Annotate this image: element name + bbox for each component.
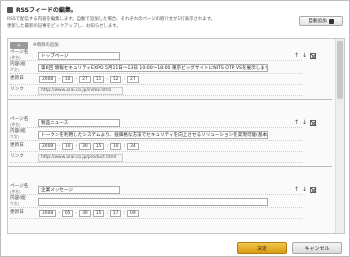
date-row: 更新日 2008- 10- 30 15: 10: 34 <box>10 142 302 152</box>
entries-list: ＋ ※項目の追加 ページ名 (件名) トップページ ↑ ↓ 内容(紹 介文) 第6回… <box>8 39 336 233</box>
page-name-label: ページ名 (件名) <box>10 116 29 127</box>
dialog-title: RSSフィードの編集。 <box>16 7 77 14</box>
page-name-input[interactable]: トップページ <box>38 51 120 60</box>
page-name-row: ページ名 (件名) 製品ニュース <box>10 116 302 128</box>
move-down-icon[interactable]: ↓ <box>302 119 307 126</box>
page-name-label: ページ名 (件名) <box>10 183 29 194</box>
day-field[interactable]: 30 <box>79 210 91 217</box>
vertical-scrollbar[interactable] <box>335 39 344 233</box>
feed-entry: ページ名(件名) 企業メッセージ ↑ ↓ 内容(紹介文) 更新日 2008- <box>10 183 334 233</box>
plus-icon: ＋ <box>16 42 22 49</box>
year-field[interactable]: 2008 <box>39 210 57 217</box>
hour-field[interactable]: 15 <box>92 143 105 150</box>
gear-icon <box>328 18 334 24</box>
auto-add-button[interactable]: 自動追加 <box>299 16 343 26</box>
add-item-label: ※項目の追加 <box>33 43 59 48</box>
updated-label: 更新日 <box>10 76 24 82</box>
content-label: 内容(紹 介文) <box>10 61 26 72</box>
add-item-button[interactable]: ＋ <box>10 41 28 49</box>
page-name-input[interactable]: 企業メッセージ <box>38 185 120 194</box>
minute-field[interactable]: 12 <box>109 76 122 83</box>
link-row: リンク http://www.arai.co.jp/index.html <box>10 86 302 96</box>
entry-controls: ↑ ↓ <box>294 52 316 59</box>
rss-edit-dialog: RSSフィードの編集。 RSSで配信する内容を編集します。自動で追加した場合、そ… <box>0 0 350 257</box>
page-name-row: ページ名 (件名) 企業メッセージ <box>10 183 302 195</box>
month-field[interactable]: 10 <box>61 76 74 83</box>
delete-icon[interactable] <box>310 52 316 59</box>
updated-label: 更新日 <box>10 143 24 149</box>
link-label: リンク <box>10 87 24 93</box>
link-row: リンク http://www.arai.co.jp/product.html <box>10 153 302 163</box>
entry-separator <box>8 99 332 100</box>
ok-button[interactable]: 決定 <box>237 242 287 254</box>
content-input[interactable]: トークンを利用したシステムより、低価格な方法でセキュリティを向上させるソリューシ… <box>38 130 268 139</box>
move-up-icon[interactable]: ↑ <box>294 52 299 59</box>
description-line-1: RSSで配信する内容を編集します。自動で追加した場合、それぞれのページの紹介文が… <box>7 17 216 22</box>
title-row: RSSフィードの編集。 <box>7 5 343 14</box>
day-field[interactable]: 30 <box>79 143 91 150</box>
date-fields: 2008- 05- 30 15: 17: 09 <box>38 210 140 217</box>
content-row: 内容(紹 介文) 第6回 情報セキュリティEXPO 5月11日〜13日 10:00… <box>10 62 302 74</box>
link-input[interactable]: http://www.arai.co.jp/product.html <box>38 153 123 162</box>
hour-field[interactable]: 11 <box>92 76 105 83</box>
move-up-icon[interactable]: ↑ <box>294 186 299 193</box>
month-field[interactable]: 10 <box>61 143 74 150</box>
auto-add-label: 自動追加 <box>308 19 327 24</box>
rss-icon <box>7 6 13 13</box>
content-input[interactable]: 第6回 情報セキュリティEXPO 5月11日〜13日 10:00〜18:00 東… <box>38 63 268 72</box>
content-label: 内容(紹 介文) <box>10 128 26 139</box>
link-label: リンク <box>10 154 24 160</box>
feed-entry: ページ名 (件名) トップページ ↑ ↓ 内容(紹 介文) 第6回 情報セキュリティ… <box>10 49 334 117</box>
hour-field[interactable]: 15 <box>92 210 105 217</box>
content-row: 内容(紹 介文) <box>10 196 302 208</box>
date-row: 更新日 2008- 05- 30 15: 17: 09 <box>10 209 302 219</box>
month-field[interactable]: 05 <box>61 210 74 217</box>
year-field[interactable]: 2008 <box>39 76 57 83</box>
entries-scroll-area[interactable]: ＋ ※項目の追加 ページ名 (件名) トップページ ↑ ↓ 内容(紹 介文) 第6回… <box>7 38 345 234</box>
dialog-footer: 決定 キャンセル <box>1 239 349 257</box>
content-input[interactable] <box>38 197 268 206</box>
date-fields: 2008- 10- 30 15: 10: 34 <box>38 143 140 150</box>
updated-label: 更新日 <box>10 210 24 216</box>
entry-controls: ↑ ↓ <box>294 119 316 126</box>
delete-icon[interactable] <box>310 119 316 126</box>
content-row: 内容(紹 介文) トークンを利用したシステムより、低価格な方法でセキュリティを向上… <box>10 129 302 141</box>
description-line-2: 更新した最新の記事をピックアップし、お知らせします。 <box>7 24 121 29</box>
scrollbar-thumb[interactable] <box>337 41 343 99</box>
dialog-header: RSSフィードの編集。 RSSで配信する内容を編集します。自動で追加した場合、そ… <box>1 1 349 37</box>
minute-field[interactable]: 10 <box>109 143 122 150</box>
move-down-icon[interactable]: ↓ <box>302 186 307 193</box>
move-down-icon[interactable]: ↓ <box>302 52 307 59</box>
delete-icon[interactable] <box>310 186 316 193</box>
minute-field[interactable]: 17 <box>109 210 122 217</box>
cancel-button[interactable]: キャンセル <box>292 242 342 254</box>
link-input[interactable]: http://www.arai.co.jp/index.html <box>38 86 123 95</box>
dialog-description: RSSで配信する内容を編集します。自動で追加した場合、それぞれのページの紹介文が… <box>7 16 287 30</box>
page-name-label: ページ名 (件名) <box>10 49 29 60</box>
day-field[interactable]: 27 <box>79 76 91 83</box>
add-item-row: ＋ ※項目の追加 <box>10 41 59 49</box>
move-up-icon[interactable]: ↑ <box>294 119 299 126</box>
page-name-row: ページ名 (件名) トップページ <box>10 49 302 61</box>
date-fields: 2008- 10- 27 11: 12: 27 <box>38 76 140 83</box>
feed-entry: ページ名 (件名) 製品ニュース ↑ ↓ 内容(紹 介文) トークンを利用したシステ… <box>10 116 334 184</box>
content-label: 内容(紹 介文) <box>10 195 26 206</box>
date-row: 更新日 2008- 10- 27 11: 12: 27 <box>10 75 302 85</box>
page-name-input[interactable]: 製品ニュース <box>38 118 120 127</box>
second-field[interactable]: 34 <box>127 143 139 150</box>
second-field[interactable]: 09 <box>127 210 139 217</box>
entry-controls: ↑ ↓ <box>294 186 316 193</box>
second-field[interactable]: 27 <box>127 76 139 83</box>
entry-separator <box>8 166 332 167</box>
year-field[interactable]: 2008 <box>39 143 57 150</box>
